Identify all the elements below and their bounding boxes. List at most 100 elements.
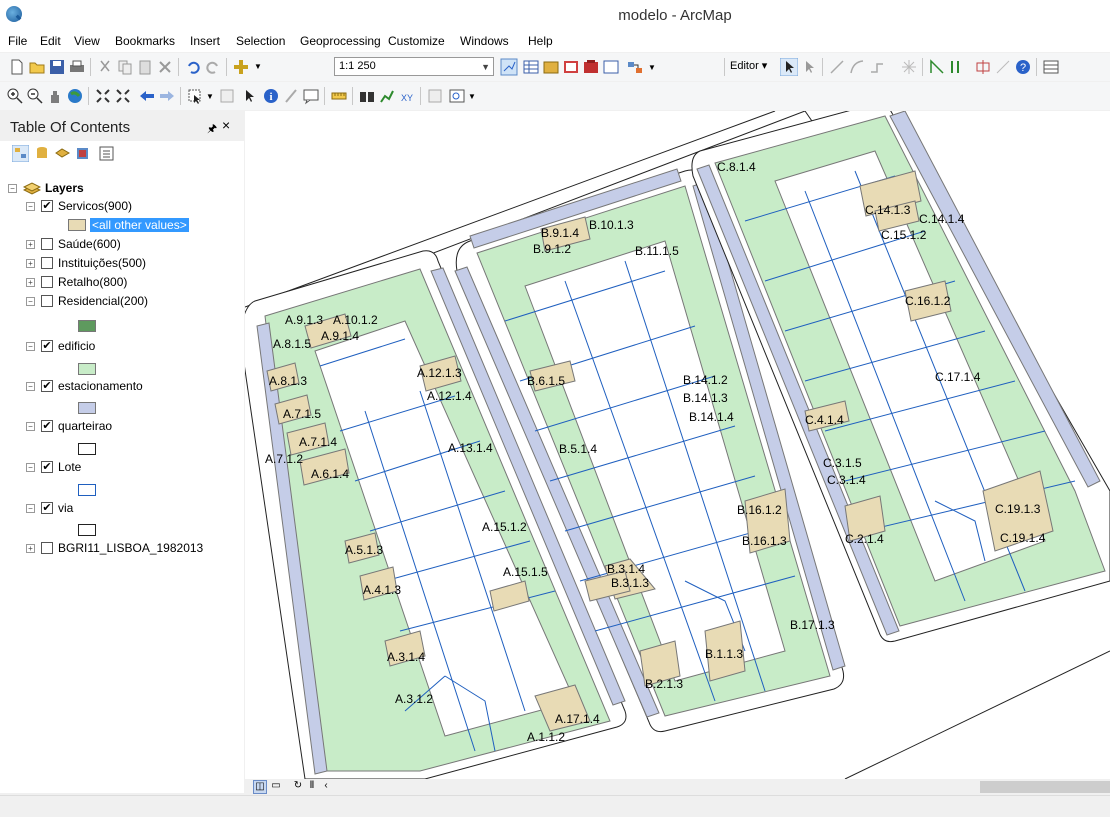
collapse-icon[interactable]: − xyxy=(26,341,35,351)
refresh-icon[interactable]: ↻ xyxy=(291,780,305,794)
arctoolbox-icon[interactable] xyxy=(582,58,600,76)
toc-layer-instituicoes[interactable]: + Instituições(500) xyxy=(26,254,146,272)
expand-icon[interactable]: + xyxy=(26,258,35,268)
menu-help[interactable]: Help xyxy=(528,34,553,48)
collapse-icon[interactable]: − xyxy=(26,503,35,513)
chevron-down-icon[interactable]: ▼ xyxy=(206,92,214,101)
layer-visibility-checkbox[interactable] xyxy=(41,542,53,554)
new-document-icon[interactable] xyxy=(8,58,26,76)
html-popup-icon[interactable] xyxy=(302,87,320,105)
find-route-icon[interactable] xyxy=(378,87,396,105)
identify-icon[interactable]: i xyxy=(262,87,280,105)
fixed-zoom-out-icon[interactable] xyxy=(114,87,132,105)
zoom-in-icon[interactable] xyxy=(6,87,24,105)
map-scale-combobox[interactable]: 1:1 250 ▼ xyxy=(334,57,494,76)
expand-icon[interactable]: + xyxy=(26,239,35,249)
pan-icon[interactable] xyxy=(46,87,64,105)
collapse-icon[interactable]: − xyxy=(26,381,35,391)
viewer-window-icon[interactable] xyxy=(448,87,466,105)
menu-geoprocessing[interactable]: Geoprocessing xyxy=(300,34,381,48)
split-icon[interactable] xyxy=(994,58,1012,76)
menu-selection[interactable]: Selection xyxy=(236,34,285,48)
toc-layer-bgri[interactable]: + BGRI11_LISBOA_1982013 xyxy=(26,539,203,557)
menu-view[interactable]: View xyxy=(74,34,100,48)
list-by-source-icon[interactable] xyxy=(34,145,51,162)
collapse-icon[interactable]: − xyxy=(26,462,35,472)
menu-file[interactable]: File xyxy=(8,34,27,48)
layer-visibility-checkbox[interactable] xyxy=(41,295,53,307)
catalog-icon[interactable] xyxy=(542,58,560,76)
help-icon[interactable]: ? xyxy=(1014,58,1032,76)
forward-extent-icon[interactable] xyxy=(158,87,176,105)
cut-icon[interactable] xyxy=(96,58,114,76)
collapse-icon[interactable]: − xyxy=(26,201,35,211)
fixed-zoom-in-icon[interactable] xyxy=(94,87,112,105)
toc-layer-edificio[interactable]: − ✔ edificio xyxy=(26,337,95,355)
editor-toolbar-icon[interactable] xyxy=(500,58,518,76)
toc-layer-saude[interactable]: + Saúde(600) xyxy=(26,235,121,253)
data-view-icon[interactable]: ◫ xyxy=(253,780,267,794)
find-icon[interactable] xyxy=(358,87,376,105)
hyperlink-icon[interactable] xyxy=(282,87,300,105)
toc-layers-root[interactable]: − Layers xyxy=(8,179,84,197)
layer-visibility-checkbox[interactable] xyxy=(41,276,53,288)
toc-layer-retalho[interactable]: + Retalho(800) xyxy=(26,273,127,291)
reshape-feature-icon[interactable] xyxy=(948,58,966,76)
measure-icon[interactable] xyxy=(330,87,348,105)
arc-segment-icon[interactable] xyxy=(848,58,866,76)
clear-selection-icon[interactable] xyxy=(218,87,236,105)
horizontal-scrollbar[interactable] xyxy=(980,781,1110,793)
toc-layer-quarteirao[interactable]: − ✔ quarteirao xyxy=(26,417,112,435)
edit-tool-icon[interactable] xyxy=(780,58,798,76)
back-extent-icon[interactable] xyxy=(138,87,156,105)
edit-annotation-icon[interactable] xyxy=(800,58,818,76)
menu-insert[interactable]: Insert xyxy=(190,34,220,48)
point-icon[interactable] xyxy=(900,58,918,76)
search-window-icon[interactable] xyxy=(562,58,580,76)
paste-icon[interactable] xyxy=(136,58,154,76)
redo-icon[interactable] xyxy=(204,58,222,76)
chevron-down-icon[interactable]: ▼ xyxy=(648,63,656,72)
edit-vertices-icon[interactable] xyxy=(928,58,946,76)
list-by-selection-icon[interactable] xyxy=(74,145,91,162)
collapse-icon[interactable]: − xyxy=(26,421,35,431)
delete-icon[interactable] xyxy=(156,58,174,76)
list-by-visibility-icon[interactable] xyxy=(54,145,71,162)
chevron-down-icon[interactable]: ▼ xyxy=(254,62,262,71)
toc-layer-servicos[interactable]: − ✔ Servicos(900) xyxy=(26,197,132,215)
layer-visibility-checkbox[interactable]: ✔ xyxy=(41,340,53,352)
menu-edit[interactable]: Edit xyxy=(40,34,61,48)
cut-polygons-icon[interactable] xyxy=(974,58,992,76)
collapse-icon[interactable]: − xyxy=(26,296,35,306)
attributes-icon[interactable] xyxy=(1042,58,1060,76)
toc-layer-lote[interactable]: − ✔ Lote xyxy=(26,458,81,476)
select-elements-icon[interactable] xyxy=(240,87,258,105)
list-by-drawing-order-icon[interactable] xyxy=(12,145,29,162)
table-icon[interactable] xyxy=(522,58,540,76)
editor-menu-button[interactable]: Editor ▾ xyxy=(730,59,767,72)
options-icon[interactable] xyxy=(98,145,115,162)
copy-icon[interactable] xyxy=(116,58,134,76)
toc-legend-servicos[interactable]: <all other values> xyxy=(68,216,189,234)
layout-view-icon[interactable]: ▭ xyxy=(269,780,283,794)
pause-drawing-icon[interactable]: Ⅱ xyxy=(305,780,319,794)
chevron-down-icon[interactable]: ▼ xyxy=(468,92,476,101)
open-folder-icon[interactable] xyxy=(28,58,46,76)
layer-visibility-checkbox[interactable]: ✔ xyxy=(41,380,53,392)
layer-visibility-checkbox[interactable]: ✔ xyxy=(41,502,53,514)
layer-visibility-checkbox[interactable]: ✔ xyxy=(41,461,53,473)
pin-icon[interactable]: 🖈 xyxy=(207,120,217,139)
menu-customize[interactable]: Customize xyxy=(388,34,445,48)
time-slider-icon[interactable] xyxy=(426,87,444,105)
close-icon[interactable]: × xyxy=(222,117,230,133)
print-icon[interactable] xyxy=(68,58,86,76)
toc-layer-via[interactable]: − ✔ via xyxy=(26,499,73,517)
undo-icon[interactable] xyxy=(184,58,202,76)
save-icon[interactable] xyxy=(48,58,66,76)
layer-visibility-checkbox[interactable] xyxy=(41,257,53,269)
scroll-left-icon[interactable]: ‹ xyxy=(319,780,333,794)
chevron-down-icon[interactable]: ▼ xyxy=(481,62,490,72)
zoom-out-icon[interactable] xyxy=(26,87,44,105)
menu-bookmarks[interactable]: Bookmarks xyxy=(115,34,175,48)
map-canvas[interactable]: A.9.1.3 A.10.1.2 A.8.1.5 A.9.1.4 A.8.1.3… xyxy=(245,111,1110,779)
